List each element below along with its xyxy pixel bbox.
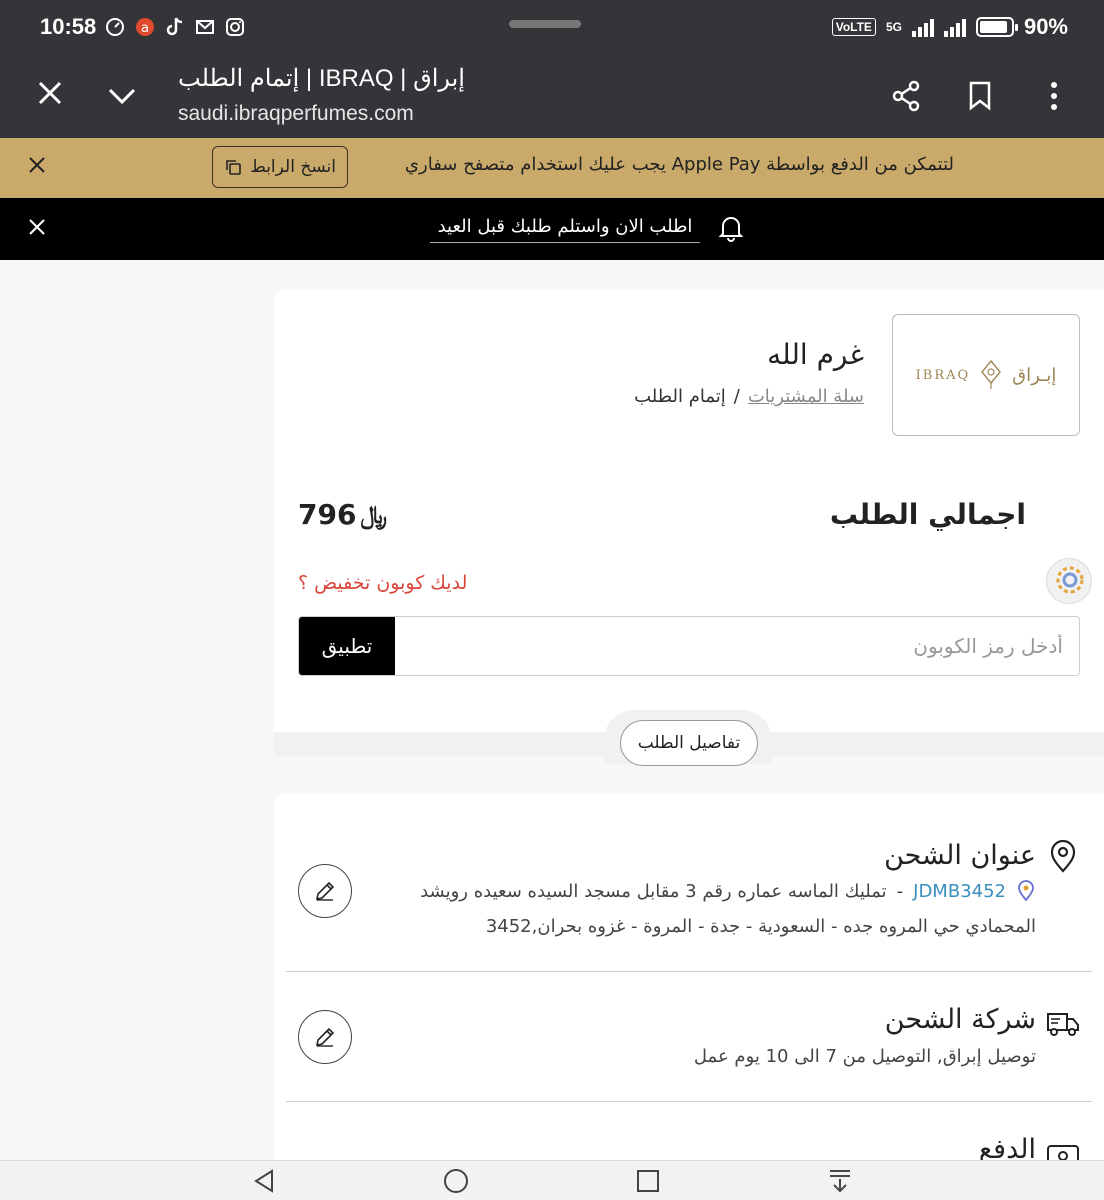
edit-shipping-company-button[interactable] [298,1010,352,1064]
chevron-down-icon [108,88,136,105]
store-name: غرم الله [767,338,864,371]
shipping-address-title: عنوان الشحن [884,840,1036,871]
breadcrumb: سلة المشتريات / إتمام الطلب [634,386,864,407]
order-total-value: 796 [298,498,357,531]
delivery-truck-icon [1047,1013,1079,1036]
close-tab-button[interactable] [30,76,70,116]
battery-percent: 90% [1023,14,1068,39]
app-a-icon: a [134,16,156,38]
apple-pay-message: لتتمكن من الدفع بواسطة Apple Pay يجب علي… [404,154,954,175]
coupon-input[interactable] [393,617,1079,675]
shipping-company-title: شركة الشحن [884,1004,1036,1035]
share-button[interactable] [886,76,926,116]
breadcrumb-separator: / [733,386,740,407]
edit-address-button[interactable] [298,864,352,918]
status-time: 10:58 [40,14,97,39]
logo-text-ar: إبـراق [1012,364,1057,386]
android-nav-bar [0,1160,1104,1200]
gmail-icon [194,16,216,38]
status-notch [509,20,581,28]
address-short-code: JDMB3452 [913,880,1006,902]
copy-link-label: انسخ الرابط [250,157,336,177]
coupon-wheel-icon [1046,558,1092,604]
apple-banner-close-button[interactable] [24,153,50,179]
order-total-card: اجمالي الطلب 796 ﷼ لديك كوبون تخفيض ؟ تط… [274,462,1104,732]
5g-label: 5G [885,20,902,34]
status-bar: 10:58 a VoLTE 5G 90% [0,0,1104,56]
bell-icon [718,214,746,242]
breadcrumb-cart-link[interactable]: سلة المشتريات [748,386,864,407]
store-logo[interactable]: IBRAQ إبـراق [892,314,1080,436]
tiktok-icon [164,16,186,38]
more-menu-button[interactable] [1034,76,1074,116]
location-pin-icon [1050,840,1076,873]
battery-icon [975,17,1018,37]
shipping-company-description: توصيل إبراق, التوصيل من 7 الى 10 يوم عمل [693,1046,1036,1067]
order-total-amount: 796 ﷼ [298,498,387,531]
address-text-1: تمليك الماسه عماره رقم 3 مقابل مسجد السي… [420,880,887,902]
more-vertical-icon [1051,82,1057,110]
shipping-card: عنوان الشحن JDMB3452 - تمليك الماسه عمار… [274,794,1104,1167]
download-arrow-icon[interactable] [826,1167,854,1195]
svg-text:a: a [141,21,149,36]
signal-icon [911,17,934,37]
copy-link-button[interactable]: انسخ الرابط [212,146,348,188]
speedometer-icon [104,16,126,38]
share-icon [892,80,920,112]
bookmark-icon [969,81,991,111]
apple-pay-banner: انسخ الرابط لتتمكن من الدفع بواسطة Apple… [0,138,1104,198]
close-icon [38,81,62,105]
recents-square-icon[interactable] [634,1167,662,1195]
pencil-icon [315,1027,335,1047]
bookmark-button[interactable] [960,76,1000,116]
address-line-1: JDMB3452 - تمليك الماسه عماره رقم 3 مقاب… [420,880,1036,902]
minimize-button[interactable] [104,78,144,118]
volte-badge: VoLTE [831,18,876,36]
page-title: إبراق | IBRAQ | إتمام الطلب [178,65,465,92]
home-circle-icon[interactable] [442,1167,470,1195]
close-icon [29,157,45,173]
divider [286,971,1092,972]
announcement-bar: اطلب الان واستلم طلبك قبل العيد [0,198,1104,260]
page-url[interactable]: saudi.ibraqperfumes.com [178,102,414,126]
logo-text-en: IBRAQ [915,367,971,383]
pencil-icon [315,881,335,901]
store-header-card: IBRAQ إبـراق غرم الله سلة المشتريات / إت… [274,290,1104,462]
address-separator: - [896,880,904,902]
coupon-form: تطبيق [298,616,1080,676]
back-triangle-icon[interactable] [250,1167,278,1195]
order-total-label: اجمالي الطلب [829,498,1026,531]
browser-toolbar: إبراق | IBRAQ | إتمام الطلب saudi.ibraqp… [0,56,1104,138]
instagram-icon [224,16,246,38]
status-right: VoLTE 5G 90% [831,14,1068,40]
coupon-question[interactable]: لديك كوبون تخفيض ؟ [298,572,467,594]
divider [286,1101,1092,1102]
announcement-text[interactable]: اطلب الان واستلم طلبك قبل العيد [430,216,700,243]
riyal-symbol: ﷼ [360,500,388,529]
logo-emblem-icon [981,360,1002,389]
address-line-2: المحمادي حي المروه جده - السعودية - جدة … [485,916,1036,937]
announcement-close-button[interactable] [24,215,50,241]
map-pin-color-icon [1018,880,1034,902]
close-icon [29,219,45,235]
order-details-button[interactable]: تفاصيل الطلب [620,720,758,766]
signal-2-icon [943,17,966,37]
breadcrumb-current: إتمام الطلب [634,386,726,407]
notification-icons: a [104,16,246,38]
apply-coupon-button[interactable]: تطبيق [299,617,395,675]
copy-icon [226,160,241,175]
